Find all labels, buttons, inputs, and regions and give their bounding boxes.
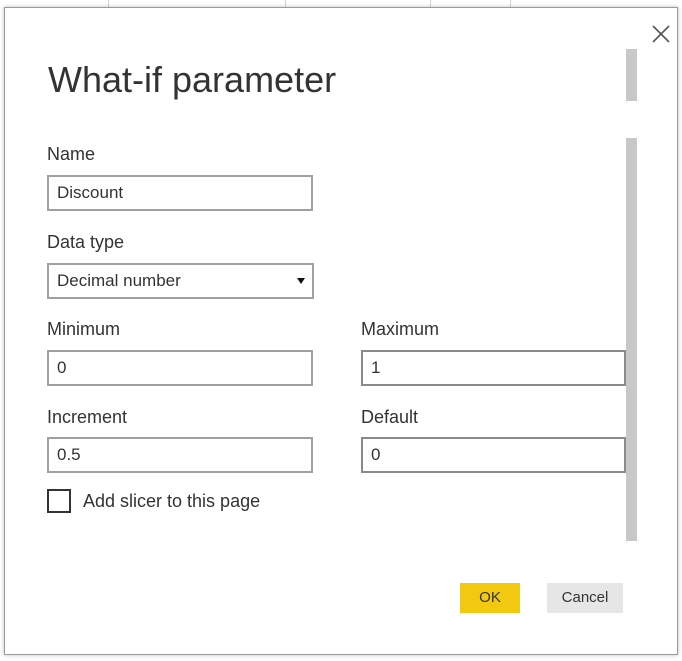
add-slicer-label[interactable]: Add slicer to this page [83,490,260,512]
page: What-if parameter Name Data type Decimal… [0,0,682,661]
default-input[interactable] [361,437,626,473]
data-type-label: Data type [47,232,125,252]
default-label: Default [361,407,419,427]
cancel-button[interactable]: Cancel [547,583,623,613]
dropdown-arrow-icon [297,278,305,284]
name-input[interactable] [47,175,313,211]
scrollbar-top-segment[interactable] [626,49,637,101]
name-label: Name [47,144,96,164]
data-type-select[interactable]: Decimal number [47,263,314,299]
increment-input[interactable] [47,437,313,473]
minimum-label: Minimum [47,319,121,339]
increment-label: Increment [47,407,128,427]
minimum-input[interactable] [47,350,313,386]
background-gridline [108,0,109,7]
scrollbar-thumb[interactable] [626,138,637,541]
ok-button[interactable]: OK [460,583,520,613]
background-gridline [285,0,286,7]
data-type-selected-value: Decimal number [57,271,181,290]
maximum-label: Maximum [361,319,440,339]
maximum-input[interactable] [361,350,626,386]
close-button[interactable] [649,22,673,46]
add-slicer-checkbox[interactable] [47,489,71,513]
close-icon [652,25,670,43]
dialog-title: What-if parameter [48,59,337,100]
what-if-parameter-dialog: What-if parameter Name Data type Decimal… [4,7,678,655]
background-gridline [510,0,511,7]
background-gridline [430,0,431,7]
